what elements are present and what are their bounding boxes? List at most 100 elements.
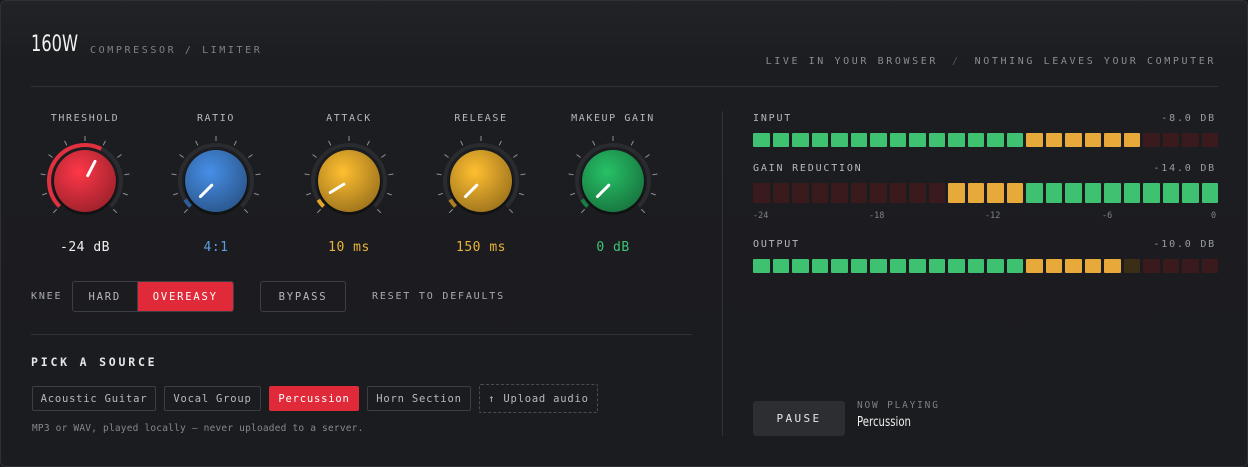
knob-tick xyxy=(312,154,317,158)
knob-tick xyxy=(243,208,249,214)
upload-audio-label: Upload audio xyxy=(503,392,589,405)
meter-segment xyxy=(909,133,926,147)
knee-overeasy-button[interactable]: OVEREASY xyxy=(137,282,233,311)
knob-tick xyxy=(518,192,524,196)
knob-tick xyxy=(652,173,658,176)
meter-segment xyxy=(1026,183,1043,203)
knob-tick xyxy=(42,192,48,196)
knob-value-3: 150 ms xyxy=(456,240,506,255)
knob-tick xyxy=(580,208,586,214)
meter-segment xyxy=(948,133,965,147)
pause-button[interactable]: PAUSE xyxy=(753,401,845,436)
knob-2[interactable] xyxy=(299,131,399,231)
meter-segment xyxy=(1201,259,1218,273)
meter-segment xyxy=(1006,259,1023,273)
knob-tick xyxy=(576,154,581,158)
meter-segment xyxy=(792,259,809,273)
meter-segment xyxy=(1143,133,1160,147)
meter-segment xyxy=(811,259,828,273)
meter-segment xyxy=(1045,183,1062,203)
meter-segment xyxy=(753,133,770,147)
knob-tick xyxy=(650,192,656,196)
source-note: MP3 or WAV, played locally — never uploa… xyxy=(32,423,364,434)
knob-label-3: RELEASE xyxy=(454,113,508,124)
reset-defaults-button[interactable]: RESET TO DEFAULTS xyxy=(372,291,505,302)
meter-segment xyxy=(1104,133,1121,147)
app-subtitle: COMPRESSOR / LIMITER xyxy=(90,45,263,56)
knob-tick xyxy=(630,140,634,146)
meter-segment xyxy=(1123,183,1140,203)
knob-tick xyxy=(640,208,646,214)
knob-tick xyxy=(436,173,442,176)
knob-tick xyxy=(570,192,576,196)
knob-tick xyxy=(253,192,259,196)
meter-segment xyxy=(1104,259,1121,273)
source-divider xyxy=(31,334,692,335)
knob-label-0: THRESHOLD xyxy=(50,113,120,124)
knob-tick xyxy=(366,140,370,146)
source-horn-section[interactable]: Horn Section xyxy=(367,386,471,411)
knob-tick xyxy=(508,208,514,214)
upload-audio-button[interactable]: ↑ Upload audio xyxy=(479,384,598,413)
knob-tick xyxy=(248,154,253,158)
meter-segment xyxy=(1182,183,1199,203)
meter-segment xyxy=(831,259,848,273)
meter-segment xyxy=(1065,259,1082,273)
knob-tick xyxy=(328,140,332,146)
source-percussion[interactable]: Percussion xyxy=(269,386,359,411)
knob-tick xyxy=(444,154,449,158)
meter-segment xyxy=(1045,259,1062,273)
meter-segment xyxy=(1026,133,1043,147)
knee-label: KNEE xyxy=(31,291,63,302)
input-meter-label: INPUT xyxy=(753,113,793,124)
knob-tick xyxy=(388,173,394,176)
knob-4[interactable] xyxy=(563,131,663,231)
knob-1[interactable] xyxy=(166,131,266,231)
meter-segment xyxy=(987,183,1004,203)
knob-tick xyxy=(40,173,46,176)
knob-0[interactable] xyxy=(35,131,135,231)
meter-segment xyxy=(772,183,789,203)
meter-segment xyxy=(870,183,887,203)
meter-segment xyxy=(889,183,906,203)
meter-segment xyxy=(909,259,926,273)
knob-tick xyxy=(513,154,518,158)
meter-segment xyxy=(1084,183,1101,203)
knob-label-2: ATTACK xyxy=(326,113,372,124)
meter-segment xyxy=(870,133,887,147)
source-acoustic-guitar[interactable]: Acoustic Guitar xyxy=(32,386,156,411)
knob-body xyxy=(450,150,512,212)
knee-hard-button[interactable]: HARD xyxy=(73,282,138,311)
source-vocal-group[interactable]: Vocal Group xyxy=(164,386,261,411)
knob-tick xyxy=(498,140,502,146)
meter-segment xyxy=(1201,133,1218,147)
upload-arrow-icon: ↑ xyxy=(488,392,496,405)
knob-tick xyxy=(124,173,130,176)
scale-tick-label: -24 xyxy=(753,211,769,221)
meter-segment xyxy=(1162,259,1179,273)
input-meter xyxy=(753,133,1218,147)
tagline-right: NOTHING LEAVES YOUR COMPUTER xyxy=(974,56,1216,67)
knob-body xyxy=(185,150,247,212)
knob-body xyxy=(582,150,644,212)
now-playing-value: Percussion xyxy=(857,415,911,430)
meter-segment xyxy=(753,183,770,203)
now-playing-label: NOW PLAYING xyxy=(857,400,940,411)
knob-label-1: RATIO xyxy=(196,113,236,124)
meter-segment xyxy=(1026,259,1043,273)
scale-tick-label: -18 xyxy=(869,211,885,221)
knob-tick xyxy=(316,208,322,214)
meter-segment xyxy=(1006,133,1023,147)
meter-segment xyxy=(792,183,809,203)
scale-tick-label: -6 xyxy=(1102,211,1113,221)
knob-body xyxy=(318,150,380,212)
bypass-button[interactable]: BYPASS xyxy=(260,281,346,312)
knob-3[interactable] xyxy=(431,131,531,231)
knob-label-4: MAKEUP GAIN xyxy=(571,113,655,124)
meter-segment xyxy=(850,259,867,273)
knob-tick xyxy=(195,140,199,146)
meter-segment xyxy=(831,183,848,203)
meter-segment xyxy=(967,183,984,203)
meter-segment xyxy=(889,259,906,273)
meter-segment xyxy=(1065,183,1082,203)
